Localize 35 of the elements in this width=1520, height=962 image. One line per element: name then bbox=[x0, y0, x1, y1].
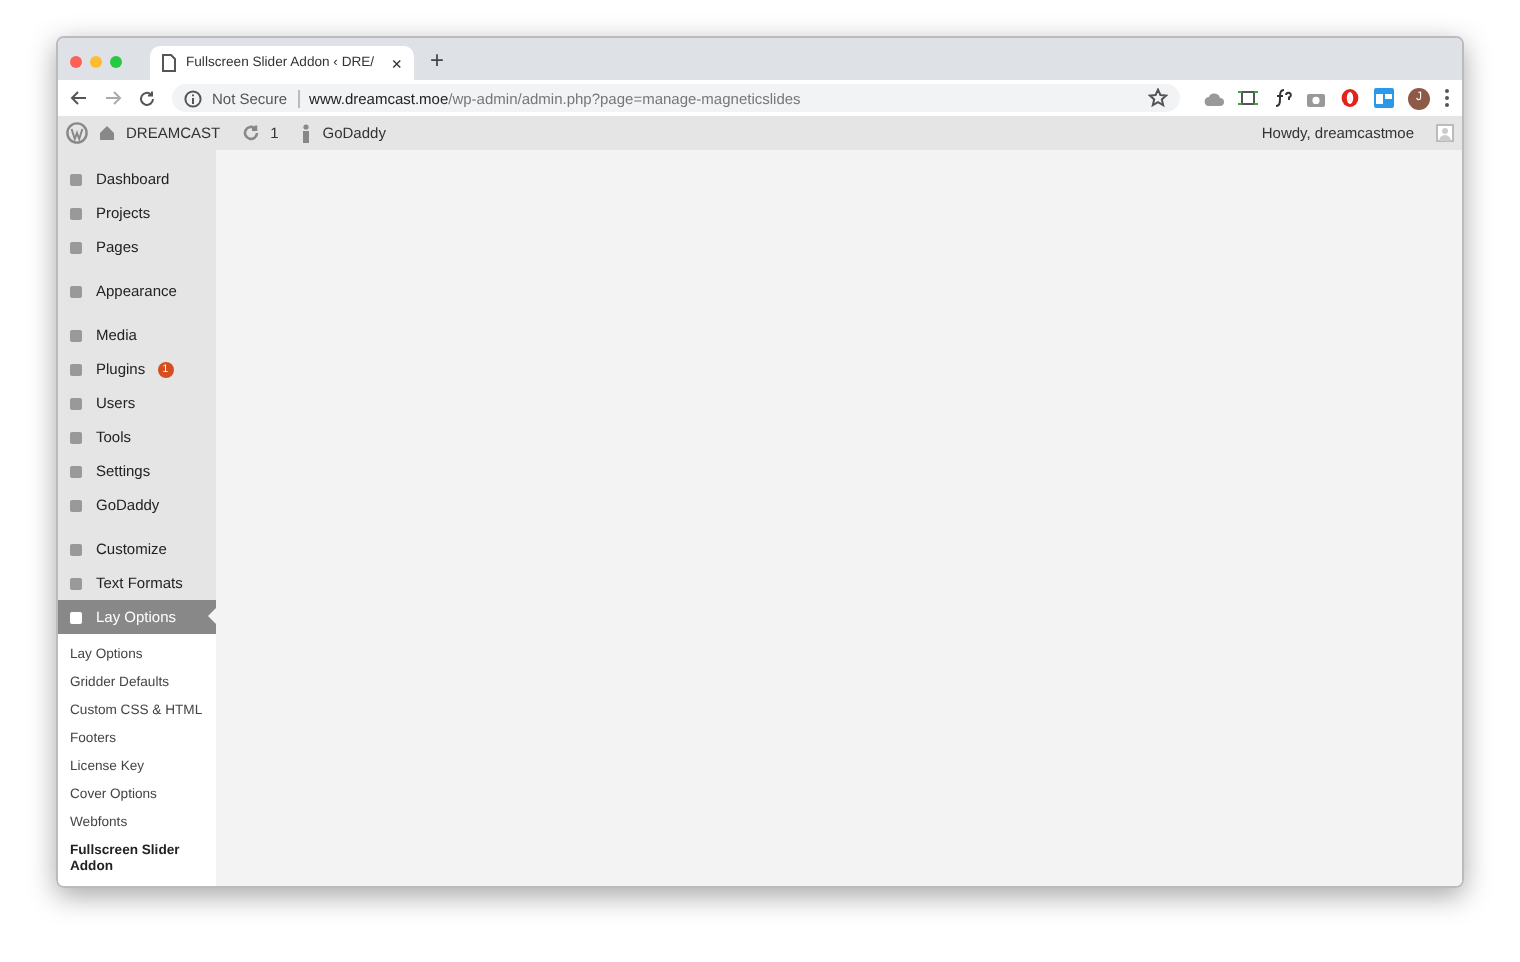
square-icon bbox=[68, 429, 84, 445]
window-icon[interactable] bbox=[1374, 88, 1394, 108]
square-icon bbox=[68, 239, 84, 255]
new-tab-button[interactable]: + bbox=[430, 45, 445, 73]
reload-icon[interactable] bbox=[138, 89, 156, 107]
maximize-window-icon[interactable] bbox=[110, 55, 122, 67]
square-icon bbox=[68, 283, 84, 299]
square-icon bbox=[68, 575, 84, 591]
refresh-icon bbox=[242, 124, 261, 142]
square-icon bbox=[68, 497, 84, 513]
square-icon bbox=[68, 395, 84, 411]
camera-icon[interactable] bbox=[1306, 89, 1326, 107]
square-icon bbox=[68, 327, 84, 343]
frame-icon[interactable] bbox=[1238, 88, 1258, 108]
forward-arrow-icon[interactable] bbox=[104, 90, 122, 106]
square-icon bbox=[68, 205, 84, 221]
figure-icon bbox=[300, 123, 313, 143]
info-icon bbox=[184, 89, 202, 107]
star-icon[interactable] bbox=[1148, 88, 1168, 108]
cloud-icon[interactable] bbox=[1204, 89, 1224, 107]
user-avatar-icon bbox=[1436, 124, 1454, 142]
close-window-icon[interactable] bbox=[70, 55, 82, 67]
square-icon bbox=[68, 171, 84, 187]
function-icon[interactable] bbox=[1272, 88, 1292, 108]
house-icon bbox=[98, 124, 116, 142]
page-icon bbox=[162, 54, 176, 72]
back-arrow-icon[interactable] bbox=[70, 90, 88, 106]
square-icon bbox=[68, 609, 84, 625]
square-icon bbox=[68, 361, 84, 377]
square-icon bbox=[68, 541, 84, 557]
close-tab-button[interactable]: × bbox=[391, 53, 402, 73]
wordpress-logo-icon[interactable] bbox=[66, 122, 88, 144]
menu-icon[interactable] bbox=[1444, 88, 1450, 108]
square-icon bbox=[68, 463, 84, 479]
ring-icon[interactable] bbox=[1340, 88, 1360, 108]
